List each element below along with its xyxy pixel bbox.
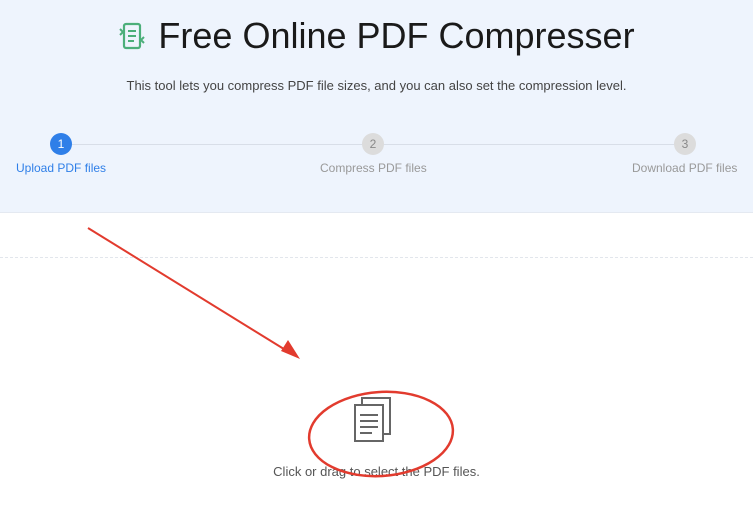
step-3-circle: 3 xyxy=(674,133,696,155)
page-title: Free Online PDF Compresser xyxy=(158,15,635,56)
upload-prompt[interactable]: Click or drag to select the PDF files. xyxy=(200,464,553,479)
step-1-circle: 1 xyxy=(50,133,72,155)
page-subtitle: This tool lets you compress PDF file siz… xyxy=(126,78,627,93)
step-2-label: Compress PDF files xyxy=(320,161,427,175)
title-row: Free Online PDF Compresser xyxy=(0,12,753,60)
step-1-label: Upload PDF files xyxy=(16,161,107,175)
step-2-circle: 2 xyxy=(362,133,384,155)
hero-header: Free Online PDF Compresser This tool let… xyxy=(0,0,753,213)
documents-icon xyxy=(354,397,391,442)
compress-file-icon xyxy=(119,22,146,50)
pdf-upload-dropzone[interactable]: Click or drag to select the PDF files. xyxy=(200,262,553,502)
step-3-label: Download PDF files xyxy=(632,161,738,175)
section-divider xyxy=(0,257,753,258)
